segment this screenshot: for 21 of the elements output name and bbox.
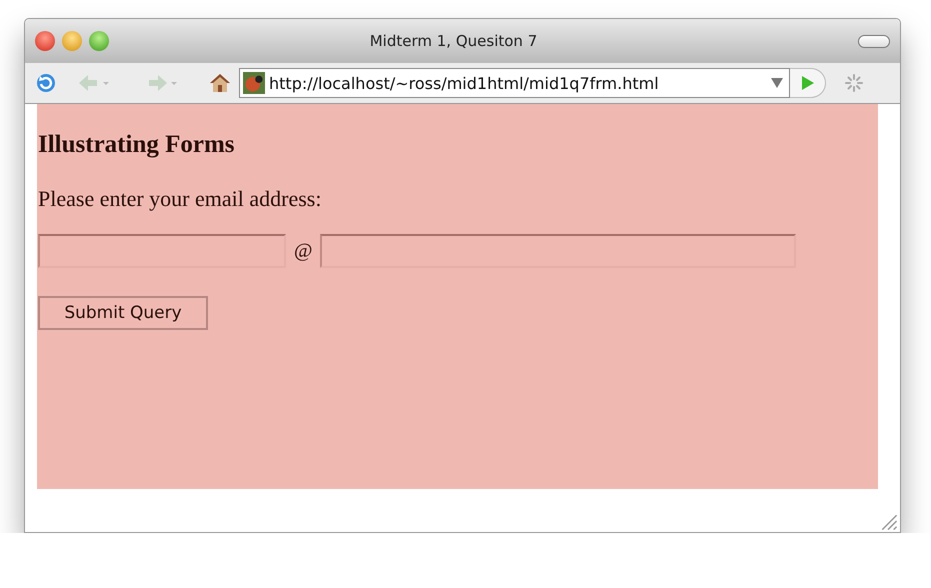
ladybug-icon xyxy=(243,72,265,94)
zoom-button[interactable] xyxy=(89,31,109,51)
email-user-field[interactable] xyxy=(38,234,286,268)
email-domain-field[interactable] xyxy=(320,234,796,268)
back-arrow-icon[interactable] xyxy=(77,73,111,93)
address-field[interactable]: http://localhost/~ross/mid1html/mid1q7frm.html xyxy=(239,68,790,98)
home-icon[interactable] xyxy=(209,72,231,94)
dropdown-triangle-icon[interactable] xyxy=(771,78,783,88)
url-text: http://localhost/~ross/mid1html/mid1q7frm.html xyxy=(269,74,660,92)
close-button[interactable] xyxy=(35,31,55,51)
window-title: Midterm 1, Quesiton 7 xyxy=(368,32,538,50)
loading-spinner-icon xyxy=(844,73,864,93)
reload-icon[interactable] xyxy=(35,72,57,94)
at-sign: @ xyxy=(294,240,312,262)
submit-button[interactable]: Submit Query xyxy=(38,296,208,330)
play-icon xyxy=(800,75,814,91)
toolbar-toggle-button[interactable] xyxy=(858,34,890,48)
minimize-button[interactable] xyxy=(62,31,82,51)
email-prompt: Please enter your email address: xyxy=(38,188,322,210)
go-button[interactable] xyxy=(790,68,826,98)
page-heading: Illustrating Forms xyxy=(38,132,235,157)
